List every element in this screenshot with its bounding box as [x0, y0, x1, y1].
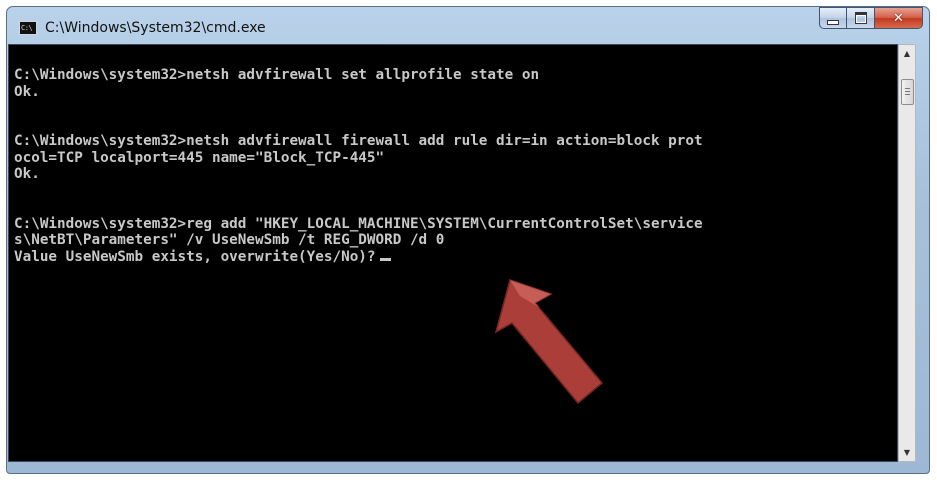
title-bar[interactable]: C:\ C:\Windows\System32\cmd.exe ✕ [7, 7, 929, 47]
console-line: Ok. [14, 83, 40, 100]
scroll-down-icon: ▼ [903, 448, 911, 457]
window-title: C:\Windows\System32\cmd.exe [45, 20, 266, 36]
thumb-grip-line [905, 91, 910, 92]
close-icon: ✕ [893, 10, 904, 26]
scrollbar-thumb[interactable] [901, 79, 914, 105]
console-line: ocol=TCP localport=445 name="Block_TCP-4… [14, 149, 385, 166]
scroll-up-icon: ▲ [903, 49, 911, 58]
minimize-icon [827, 19, 839, 25]
text-cursor [379, 257, 391, 261]
console-line: C:\Windows\system32>netsh advfirewall fi… [14, 133, 703, 149]
console-line: C:\Windows\system32>reg add "HKEY_LOCAL_… [14, 215, 703, 232]
maximize-icon [854, 12, 867, 24]
caption-buttons: ✕ [819, 7, 923, 29]
thumb-grip-line [905, 94, 910, 95]
console-line: C:\Windows\system32>netsh advfirewall se… [14, 67, 540, 83]
console-line: s\NetBT\Parameters" /v UseNewSmb /t REG_… [14, 232, 445, 248]
scroll-down-button[interactable]: ▼ [899, 444, 915, 461]
cmd-app-icon[interactable]: C:\ [19, 21, 37, 35]
minimize-button[interactable] [819, 7, 847, 29]
close-button[interactable]: ✕ [875, 7, 923, 29]
vertical-scrollbar[interactable]: ▲ ▼ [898, 44, 916, 462]
console-text: C:\Windows\system32>netsh advfirewall se… [14, 67, 703, 265]
maximize-button[interactable] [847, 7, 875, 29]
scroll-up-button[interactable]: ▲ [899, 45, 915, 62]
cmd-app-icon-label: C:\ [21, 24, 33, 32]
console-line: Ok. [14, 166, 40, 182]
console-output[interactable]: C:\Windows\system32>netsh advfirewall se… [8, 44, 898, 462]
thumb-grip-line [905, 88, 910, 89]
console-prompt-line: Value UseNewSmb exists, overwrite(Yes/No… [14, 249, 703, 266]
console-prompt-text: Value UseNewSmb exists, overwrite(Yes/No… [14, 248, 376, 265]
